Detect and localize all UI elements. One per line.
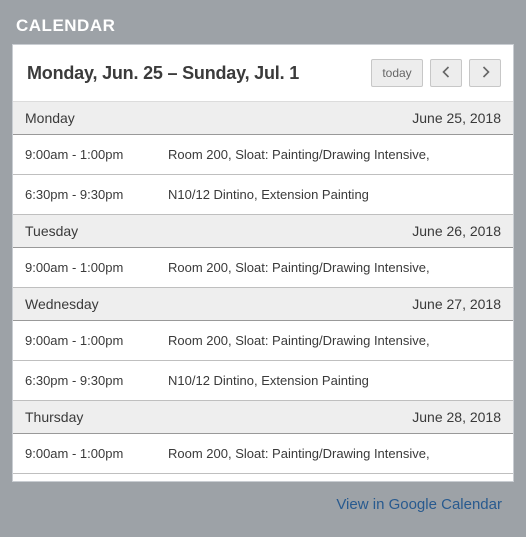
calendar-widget: CALENDAR Monday, Jun. 25 – Sunday, Jul. … bbox=[0, 0, 526, 537]
event-time: 9:00am - 1:00pm bbox=[25, 260, 168, 275]
event-time: 9:00am - 1:00pm bbox=[25, 333, 168, 348]
event-title: Room 200, Sloat: Painting/Drawing Intens… bbox=[168, 260, 501, 275]
event-row[interactable]: 6:30pm - 9:30pmN10/12 Dintino, Extension… bbox=[13, 361, 513, 401]
calendar-body: MondayJune 25, 20189:00am - 1:00pmRoom 2… bbox=[13, 102, 513, 481]
event-title: Room 200, Sloat: Painting/Drawing Intens… bbox=[168, 446, 501, 461]
event-row[interactable]: 9:00am - 1:00pmRoom 200, Sloat: Painting… bbox=[13, 248, 513, 288]
calendar-header: Monday, Jun. 25 – Sunday, Jul. 1 today bbox=[13, 45, 513, 102]
event-title: N10/12 Dintino, Extension Painting bbox=[168, 373, 501, 388]
day-name: Tuesday bbox=[25, 223, 78, 239]
day-date: June 26, 2018 bbox=[412, 223, 501, 239]
event-row[interactable]: 6:30pm - 9:30pmN10/12 Dintino, Extension… bbox=[13, 175, 513, 215]
event-title: Room 200, Sloat: Painting/Drawing Intens… bbox=[168, 333, 501, 348]
event-row[interactable]: 9:00am - 1:00pmRoom 200, Sloat: Painting… bbox=[13, 321, 513, 361]
event-time: 6:30pm - 9:30pm bbox=[25, 187, 168, 202]
event-row[interactable]: 9:00am - 1:00pmRoom 200, Sloat: Painting… bbox=[13, 135, 513, 175]
widget-title: CALENDAR bbox=[12, 16, 514, 36]
day-date: June 27, 2018 bbox=[412, 296, 501, 312]
day-header: Thursday June 28, 2018 bbox=[13, 401, 513, 434]
day-header: Tuesday June 26, 2018 bbox=[13, 215, 513, 248]
date-range: Monday, Jun. 25 – Sunday, Jul. 1 bbox=[27, 63, 299, 84]
day-header: Monday June 25, 2018 bbox=[13, 102, 513, 135]
calendar-frame: Monday, Jun. 25 – Sunday, Jul. 1 today bbox=[12, 44, 514, 482]
chevron-left-icon bbox=[442, 66, 451, 81]
event-row[interactable]: 9:00am - 1:00pmRoom 200, Sloat: Painting… bbox=[13, 434, 513, 474]
next-button[interactable] bbox=[469, 59, 501, 87]
day-name: Thursday bbox=[25, 409, 83, 425]
calendar-nav: today bbox=[371, 59, 501, 87]
view-in-google-calendar-link[interactable]: View in Google Calendar bbox=[336, 496, 502, 513]
day-name: Wednesday bbox=[25, 296, 99, 312]
day-header: Wednesday June 27, 2018 bbox=[13, 288, 513, 321]
event-time: 9:00am - 1:00pm bbox=[25, 446, 168, 461]
today-button[interactable]: today bbox=[371, 59, 423, 87]
day-date: June 25, 2018 bbox=[412, 110, 501, 126]
event-title: Room 200, Sloat: Painting/Drawing Intens… bbox=[168, 147, 501, 162]
event-time: 9:00am - 1:00pm bbox=[25, 147, 168, 162]
day-date: June 28, 2018 bbox=[412, 409, 501, 425]
event-time: 6:30pm - 9:30pm bbox=[25, 373, 168, 388]
day-name: Monday bbox=[25, 110, 75, 126]
prev-button[interactable] bbox=[430, 59, 462, 87]
widget-inner: CALENDAR Monday, Jun. 25 – Sunday, Jul. … bbox=[3, 3, 523, 534]
chevron-right-icon bbox=[481, 66, 490, 81]
event-title: N10/12 Dintino, Extension Painting bbox=[168, 187, 501, 202]
calendar-footer: View in Google Calendar bbox=[12, 482, 514, 524]
